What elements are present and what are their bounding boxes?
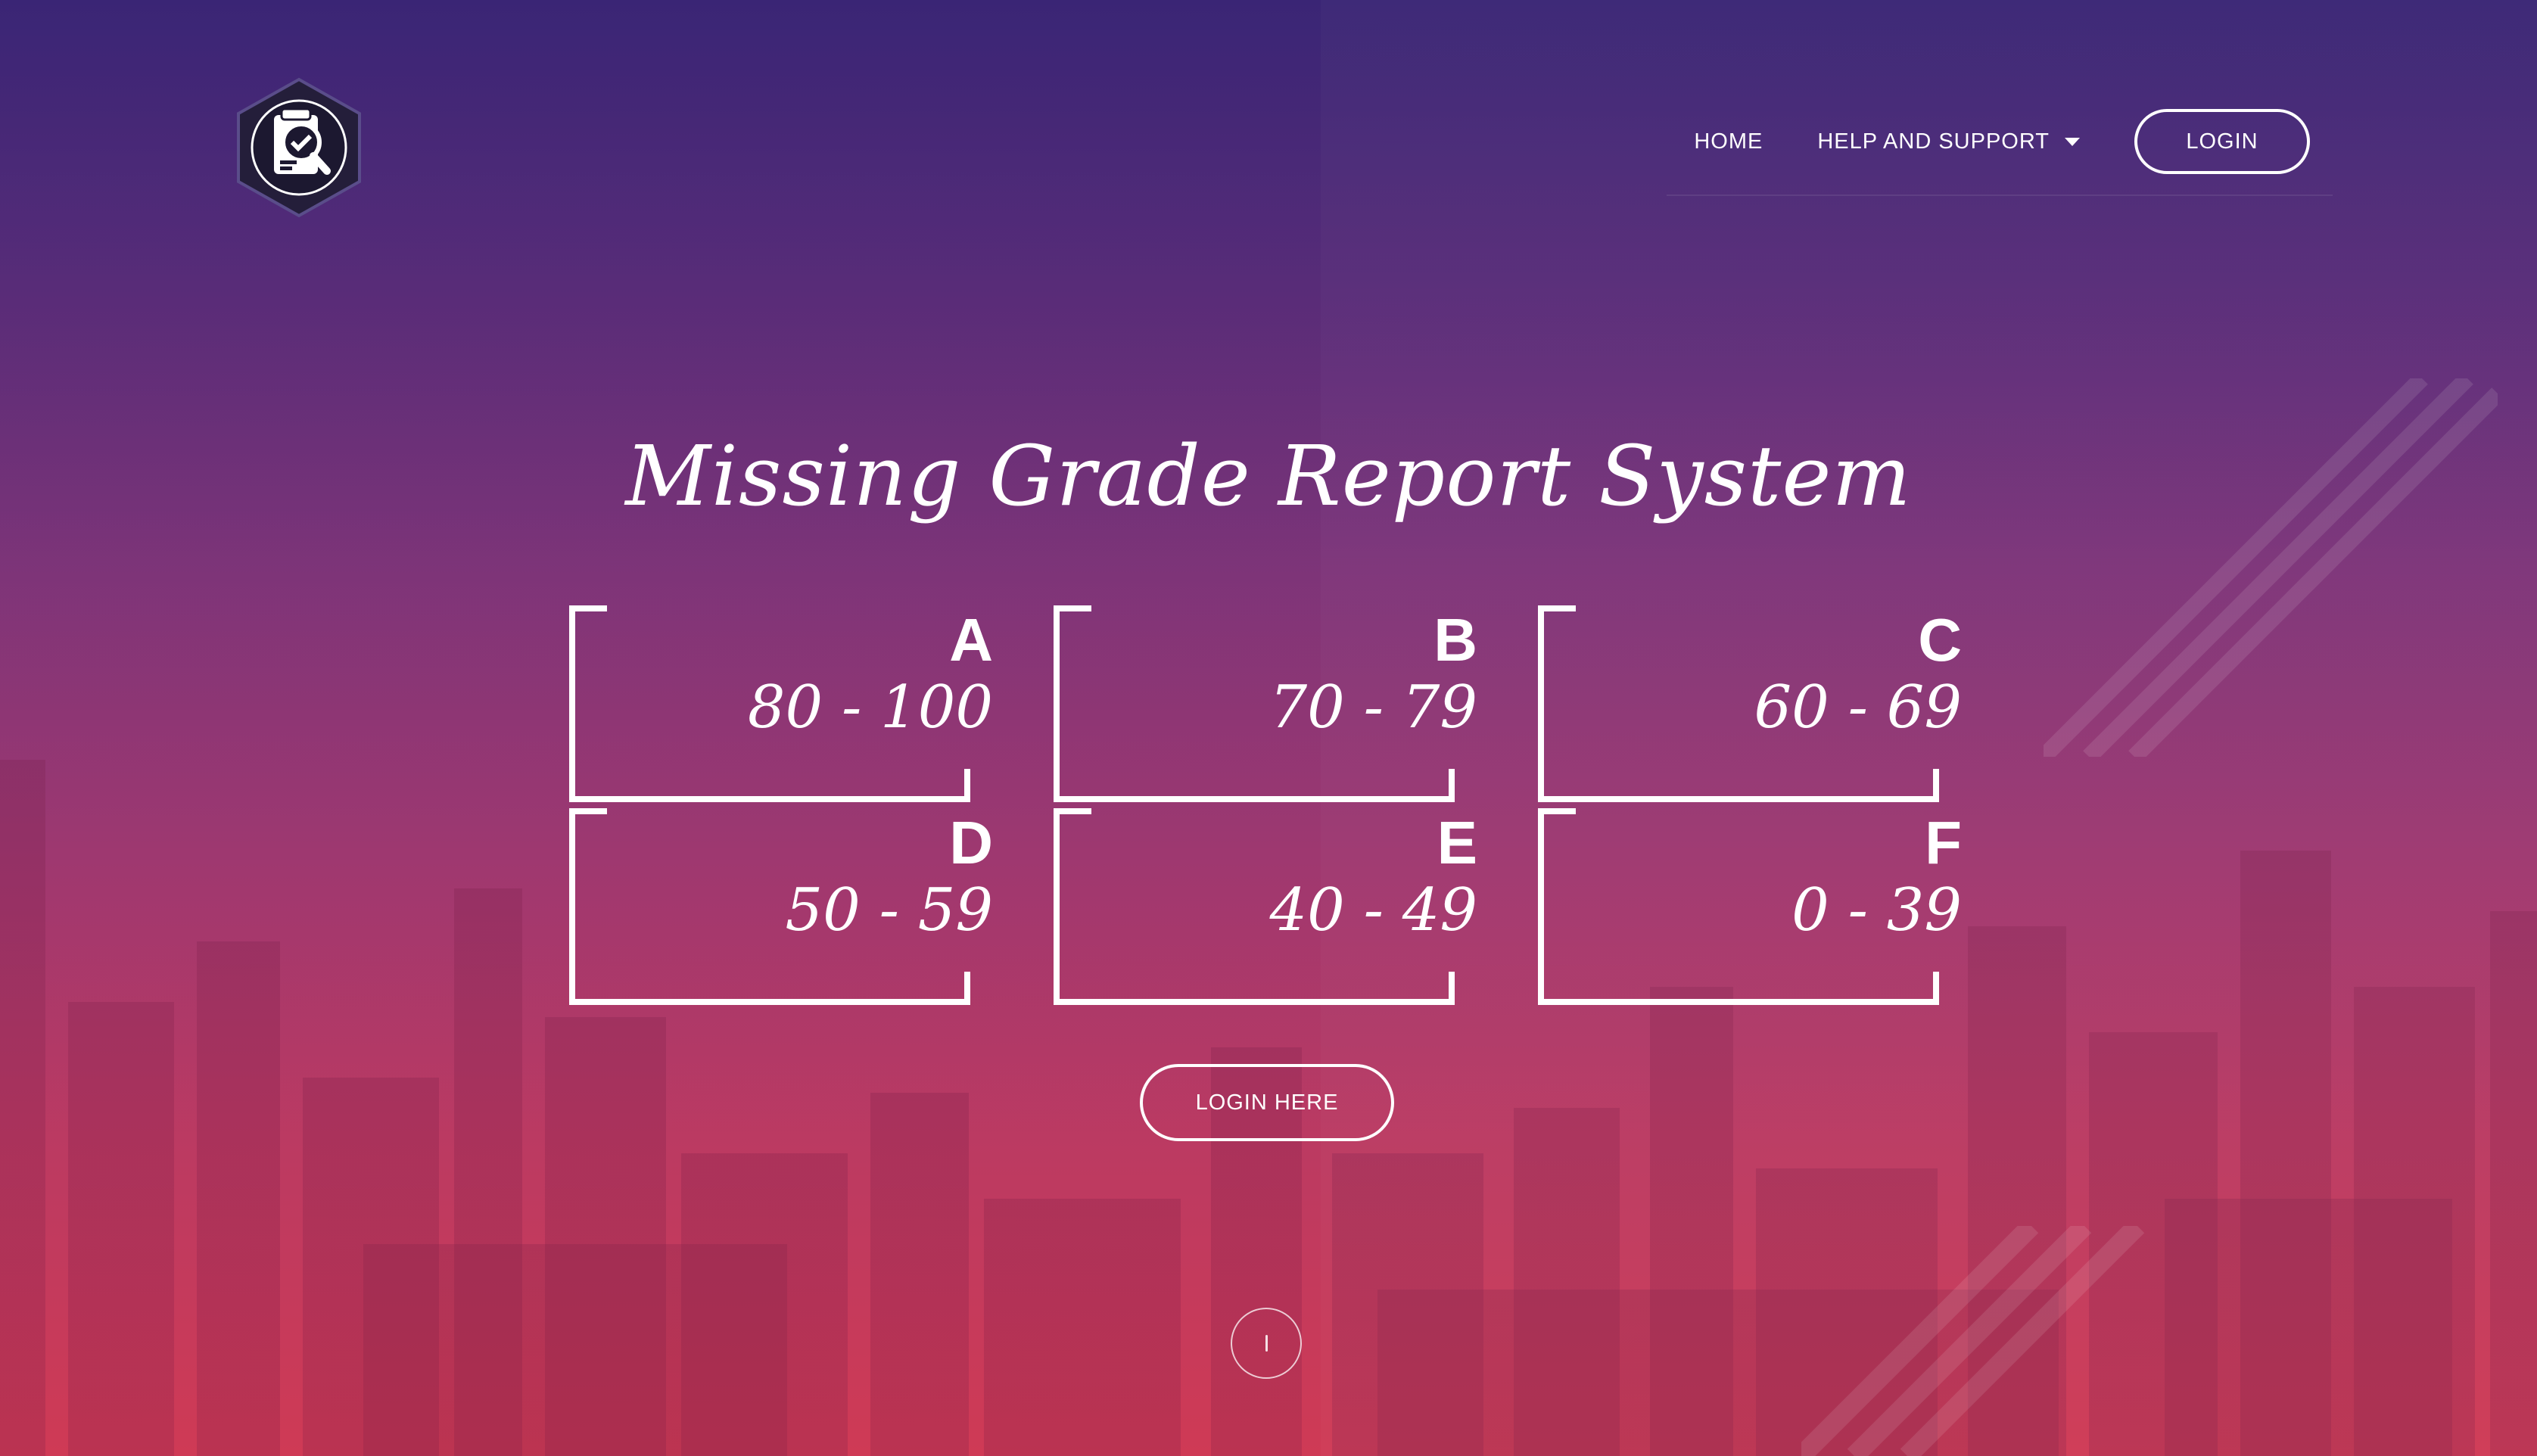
grade-card-e: E 40 - 49 xyxy=(1054,808,1477,1005)
grade-card-a: A 80 - 100 xyxy=(569,605,993,802)
login-here-button[interactable]: LOGIN HERE xyxy=(1140,1064,1394,1141)
grade-range: 60 - 69 xyxy=(1754,674,1962,742)
grade-letter: E xyxy=(1437,809,1477,876)
login-here-label: LOGIN HERE xyxy=(1195,1090,1339,1115)
nav-home-label: HOME xyxy=(1694,129,1763,154)
grade-card-c: C 60 - 69 xyxy=(1538,605,1962,802)
grade-range: 0 - 39 xyxy=(1791,876,1962,944)
grade-range: 80 - 100 xyxy=(747,674,993,742)
login-button-label: LOGIN xyxy=(2186,129,2258,154)
scroll-down-icon xyxy=(1265,1335,1268,1352)
nav-divider xyxy=(1667,194,2333,196)
grade-card-f: F 0 - 39 xyxy=(1538,808,1962,1005)
grade-range: 70 - 79 xyxy=(1269,674,1477,742)
scroll-down-button[interactable] xyxy=(1231,1308,1302,1379)
grade-letter: A xyxy=(949,606,993,674)
decorative-stripes-bottom xyxy=(1801,1226,2145,1456)
login-button[interactable]: LOGIN xyxy=(2134,109,2310,174)
grade-letter: B xyxy=(1433,606,1477,674)
nav-help-support-label: HELP AND SUPPORT xyxy=(1817,129,2050,154)
grade-range: 40 - 49 xyxy=(1269,876,1477,944)
grade-card-d: D 50 - 59 xyxy=(569,808,993,1005)
site-header: HOME HELP AND SUPPORT LOGIN xyxy=(0,0,2537,218)
nav-help-support-dropdown[interactable]: HELP AND SUPPORT xyxy=(1817,129,2080,154)
caret-down-icon xyxy=(2065,137,2080,146)
report-search-logo-icon xyxy=(237,77,361,218)
grade-letter: D xyxy=(949,809,993,876)
grade-letter: C xyxy=(1918,606,1962,674)
main-nav: HOME HELP AND SUPPORT LOGIN xyxy=(1694,109,2310,174)
site-logo[interactable] xyxy=(227,76,371,219)
grade-letter: F xyxy=(1925,809,1962,876)
grade-range: 50 - 59 xyxy=(785,876,993,944)
page-title: Missing Grade Report System xyxy=(625,428,1912,524)
grade-card-b: B 70 - 79 xyxy=(1054,605,1477,802)
nav-home-link[interactable]: HOME xyxy=(1694,129,1763,154)
